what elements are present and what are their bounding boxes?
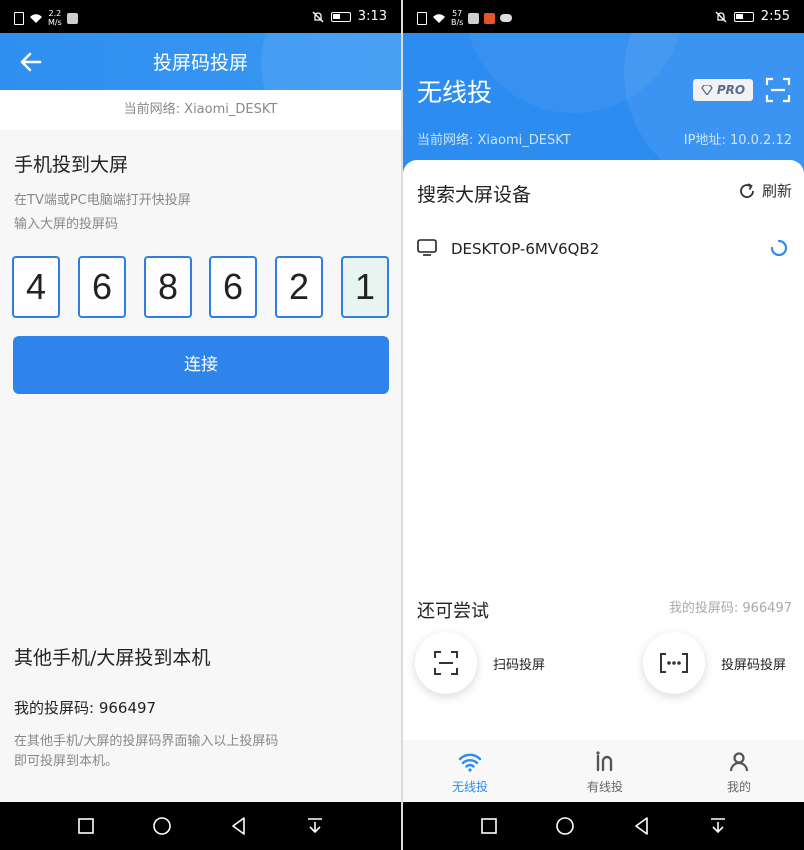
code-cast-button[interactable]	[643, 632, 705, 694]
pro-badge[interactable]: PRO	[693, 79, 753, 101]
code-digit-box[interactable]: 4	[12, 256, 60, 318]
battery-icon	[733, 11, 754, 22]
tab-mine[interactable]: 我的	[689, 740, 789, 802]
right-phone-screen: 57 B/s 2:55 无线投 PRO 当前网络: Xiaomi_DESKT I…	[403, 0, 804, 850]
diamond-icon	[701, 85, 713, 95]
cast-section-title: 手机投到大屏	[14, 154, 129, 176]
bottom-tab-bar: 无线投 有线投 我的	[403, 740, 804, 802]
cast-hint-line1: 在TV端或PC电脑端打开快投屏	[14, 193, 191, 208]
app-header: 投屏码投屏	[0, 33, 401, 90]
wifi-signal-icon	[30, 13, 42, 23]
notification-pull-icon[interactable]	[305, 816, 325, 836]
code-digit-box-active[interactable]: 1	[341, 256, 389, 318]
search-devices-title: 搜索大屏设备	[417, 184, 532, 206]
code-digit-box[interactable]: 6	[78, 256, 126, 318]
speed-value: 57	[452, 9, 463, 18]
recent-apps-icon[interactable]	[76, 816, 96, 836]
wifi-signal-icon	[433, 13, 445, 23]
refresh-button[interactable]: 刷新	[738, 180, 792, 201]
pro-badge-label: PRO	[716, 83, 746, 97]
bell-off-icon	[715, 11, 727, 22]
tab-mine-label: 我的	[726, 780, 751, 794]
home-icon[interactable]	[152, 816, 172, 836]
receive-section-title: 其他手机/大屏投到本机	[14, 647, 211, 669]
ip-address: IP地址: 10.0.2.12	[683, 133, 792, 148]
cloud-icon	[500, 14, 513, 22]
clock: 3:13	[357, 9, 387, 24]
back-icon[interactable]	[229, 816, 249, 836]
monitor-icon	[417, 239, 437, 256]
sim-icon	[14, 11, 24, 25]
code-cast-label[interactable]: 投屏码投屏	[721, 654, 786, 673]
sim-icon	[417, 11, 427, 25]
clock: 2:55	[760, 9, 790, 24]
wifi-icon	[458, 753, 482, 772]
cast-hint-line2: 输入大屏的投屏码	[14, 217, 119, 232]
scan-cast-label[interactable]: 扫码投屏	[493, 654, 545, 673]
network-speed: 2.2 M/s	[48, 9, 62, 27]
network-speed: 57 B/s	[451, 9, 463, 27]
tab-wireless-label: 无线投	[451, 780, 488, 794]
scan-icon[interactable]	[765, 77, 791, 103]
system-nav-bar	[0, 802, 401, 850]
receive-hint-line2: 即可投屏到本机。	[14, 754, 119, 769]
current-network: 当前网络: Xiaomi_DESKT	[417, 133, 571, 148]
device-list-item[interactable]: DESKTOP-6MV6QB2	[403, 230, 804, 270]
status-bar: 2.2 M/s 3:13	[0, 0, 401, 33]
back-icon[interactable]	[632, 816, 652, 836]
app-notification-icon	[484, 12, 496, 24]
tab-wireless[interactable]: 无线投	[420, 740, 520, 802]
notification-pull-icon[interactable]	[708, 816, 728, 836]
page-title: 无线投	[417, 78, 493, 107]
cable-icon	[596, 751, 613, 772]
recent-apps-icon[interactable]	[479, 816, 499, 836]
device-name: DESKTOP-6MV6QB2	[451, 240, 600, 258]
tab-wired-label: 有线投	[586, 780, 623, 794]
speed-unit: B/s	[451, 18, 464, 27]
refresh-label: 刷新	[761, 182, 792, 200]
code-digit-box[interactable]: 2	[275, 256, 323, 318]
home-icon[interactable]	[555, 816, 575, 836]
notification-icon	[66, 12, 78, 24]
code-digit-box[interactable]: 8	[144, 256, 192, 318]
tab-wired[interactable]: 有线投	[555, 740, 655, 802]
app-notification-icon	[468, 12, 480, 24]
refresh-icon	[740, 182, 754, 198]
bell-off-icon	[312, 11, 324, 22]
connect-button[interactable]: 连接	[13, 336, 389, 394]
page-title: 投屏码投屏	[152, 52, 248, 74]
my-cast-code: 我的投屏码: 966497	[14, 699, 157, 717]
left-phone-screen: 2.2 M/s 3:13 投屏码投屏 当前网络: Xiaomi_DESKT 手机…	[0, 0, 401, 850]
speed-value: 2.2	[48, 9, 62, 18]
current-network: 当前网络: Xiaomi_DESKT	[0, 90, 401, 130]
speed-unit: M/s	[48, 18, 62, 27]
try-more-title: 还可尝试	[417, 601, 489, 622]
scan-cast-button[interactable]	[415, 632, 477, 694]
person-icon	[729, 752, 749, 772]
my-cast-code: 我的投屏码: 966497	[668, 601, 792, 616]
status-bar: 57 B/s 2:55	[403, 0, 804, 33]
battery-icon	[330, 11, 351, 22]
system-nav-bar	[403, 802, 804, 850]
loading-spinner-icon	[770, 239, 788, 257]
code-digit-box[interactable]: 6	[209, 256, 257, 318]
code-dots-icon	[660, 653, 688, 673]
scan-icon	[434, 651, 458, 675]
